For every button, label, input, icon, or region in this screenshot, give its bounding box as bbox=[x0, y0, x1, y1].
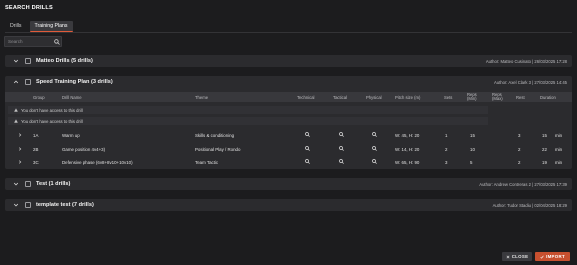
technical-view-icon[interactable] bbox=[305, 146, 310, 151]
drill-theme: Skills & conditioning bbox=[195, 133, 235, 138]
drill-reps: 5 bbox=[470, 160, 473, 165]
plan-author: Author: Tudor Stadiu | 02/04/2025 18:29 bbox=[492, 203, 567, 208]
search-box bbox=[4, 36, 62, 47]
plan-row[interactable]: Test (1 drills) Author: Andrew Contreras… bbox=[5, 178, 572, 190]
modal-title: SEARCH DRILLS bbox=[5, 5, 53, 11]
table-row[interactable]: 3C Defensive phase (6v8+8v10+10v10) Team… bbox=[5, 156, 572, 168]
col-group: Group bbox=[33, 95, 45, 100]
drill-group: 2B bbox=[33, 147, 39, 152]
check-icon bbox=[540, 255, 544, 259]
col-tactical: Tactical bbox=[333, 95, 347, 100]
drill-rest: 2 bbox=[518, 147, 521, 152]
table-row[interactable]: 1A Warm up Skills & conditioning W: 45, … bbox=[5, 129, 572, 141]
drill-duration-unit: min bbox=[555, 160, 563, 165]
drill-sets: 2 bbox=[445, 147, 448, 152]
chevron-right-icon[interactable] bbox=[18, 147, 22, 151]
drill-reps: 10 bbox=[470, 147, 475, 152]
drill-sets: 1 bbox=[445, 133, 448, 138]
plan-title: Matteo Drills (5 drills) bbox=[36, 58, 93, 64]
warning-text: You don't have access to this drill bbox=[21, 118, 83, 124]
drill-pitch: W: 65, H: 90 bbox=[395, 160, 420, 165]
col-sets: Sets bbox=[444, 95, 453, 100]
technical-view-icon[interactable] bbox=[305, 132, 310, 137]
drill-rest: 2 bbox=[518, 160, 521, 165]
chevron-down-icon[interactable] bbox=[13, 181, 19, 187]
drill-name: Warm up bbox=[62, 133, 80, 138]
plan-row[interactable]: template test (7 drills) Author: Tudor S… bbox=[5, 199, 572, 211]
chevron-up-icon[interactable] bbox=[13, 79, 19, 85]
tactical-view-icon[interactable] bbox=[339, 146, 344, 151]
drill-duration: 19 bbox=[542, 160, 547, 165]
plan-author: Author: Matteo Cusinato | 26/03/2025 17:… bbox=[485, 59, 567, 64]
col-reps-min: Reps (Min) bbox=[467, 92, 477, 101]
plan-checkbox[interactable] bbox=[25, 79, 31, 85]
import-button[interactable]: IMPORT bbox=[535, 252, 570, 261]
tactical-view-icon[interactable] bbox=[339, 159, 344, 164]
drill-name: Defensive phase (6v8+8v10+10v10) bbox=[62, 160, 133, 165]
plan-author: Author: Axel Clark 3 | 27/03/2025 14:45 bbox=[493, 80, 567, 85]
drill-pitch: W: 14, H: 20 bbox=[395, 147, 420, 152]
drill-duration-unit: min bbox=[555, 133, 563, 138]
drill-group: 1A bbox=[33, 133, 39, 138]
col-duration: Duration bbox=[540, 95, 556, 100]
drill-rest: 3 bbox=[518, 133, 521, 138]
search-icon[interactable] bbox=[53, 37, 61, 46]
warning-icon bbox=[14, 108, 18, 112]
table-row[interactable]: 2B Game position 4v4+3) Positional Play … bbox=[5, 143, 572, 155]
tab-training-plans[interactable]: Training Plans bbox=[29, 21, 73, 32]
physical-view-icon[interactable] bbox=[372, 159, 377, 164]
table-header: Group Drill Name Theme Technical Tactica… bbox=[5, 92, 572, 102]
drill-name: Game position 4v4+3) bbox=[62, 147, 106, 152]
drill-duration-unit: min bbox=[555, 147, 563, 152]
drill-pitch: W: 45, H: 20 bbox=[395, 133, 420, 138]
chevron-down-icon[interactable] bbox=[13, 58, 19, 64]
close-button[interactable]: CLOSE bbox=[502, 252, 532, 261]
col-technical: Technical bbox=[297, 95, 315, 100]
access-warning: You don't have access to this drill bbox=[8, 117, 488, 125]
close-icon bbox=[506, 255, 510, 258]
tab-bar: Drills Training Plans bbox=[5, 21, 73, 32]
technical-view-icon[interactable] bbox=[305, 159, 310, 164]
drill-duration: 22 bbox=[542, 147, 547, 152]
access-warning: You don't have access to this drill bbox=[8, 106, 488, 114]
tab-drills[interactable]: Drills bbox=[5, 21, 27, 32]
tab-divider bbox=[5, 32, 572, 33]
drill-sets: 3 bbox=[445, 160, 448, 165]
col-theme: Theme bbox=[195, 95, 209, 100]
chevron-right-icon[interactable] bbox=[18, 133, 22, 137]
chevron-down-icon[interactable] bbox=[13, 202, 19, 208]
col-pitch-size: Pitch size (m) bbox=[395, 95, 421, 100]
physical-view-icon[interactable] bbox=[372, 132, 377, 137]
drill-theme: Positional Play / Rondo bbox=[195, 147, 241, 152]
drill-theme: Team Tactic bbox=[195, 160, 219, 165]
col-rest: Rest bbox=[516, 95, 525, 100]
tactical-view-icon[interactable] bbox=[339, 132, 344, 137]
drill-duration: 15 bbox=[542, 133, 547, 138]
plan-row[interactable]: Matteo Drills (5 drills) Author: Matteo … bbox=[5, 55, 572, 67]
warning-icon bbox=[14, 119, 18, 123]
plan-title: Test (1 drills) bbox=[36, 181, 71, 187]
plan-checkbox[interactable] bbox=[25, 202, 31, 208]
plan-title: template test (7 drills) bbox=[36, 202, 94, 208]
drill-reps: 15 bbox=[470, 133, 475, 138]
plan-title: Speed Training Plan (3 drills) bbox=[36, 79, 113, 85]
search-input[interactable] bbox=[5, 39, 53, 44]
close-label: CLOSE bbox=[511, 254, 529, 259]
import-label: IMPORT bbox=[546, 254, 565, 259]
chevron-right-icon[interactable] bbox=[18, 160, 22, 164]
drill-group: 3C bbox=[33, 160, 39, 165]
plan-checkbox[interactable] bbox=[25, 181, 31, 187]
warning-text: You don't have access to this drill bbox=[21, 107, 83, 113]
physical-view-icon[interactable] bbox=[372, 146, 377, 151]
col-reps-max: Reps (Max) bbox=[492, 92, 503, 101]
plan-checkbox[interactable] bbox=[25, 58, 31, 64]
col-drill-name: Drill Name bbox=[62, 95, 82, 100]
col-physical: Physical bbox=[366, 95, 382, 100]
plan-author: Author: Andrew Contreras 2 | 27/03/2025 … bbox=[479, 182, 567, 187]
